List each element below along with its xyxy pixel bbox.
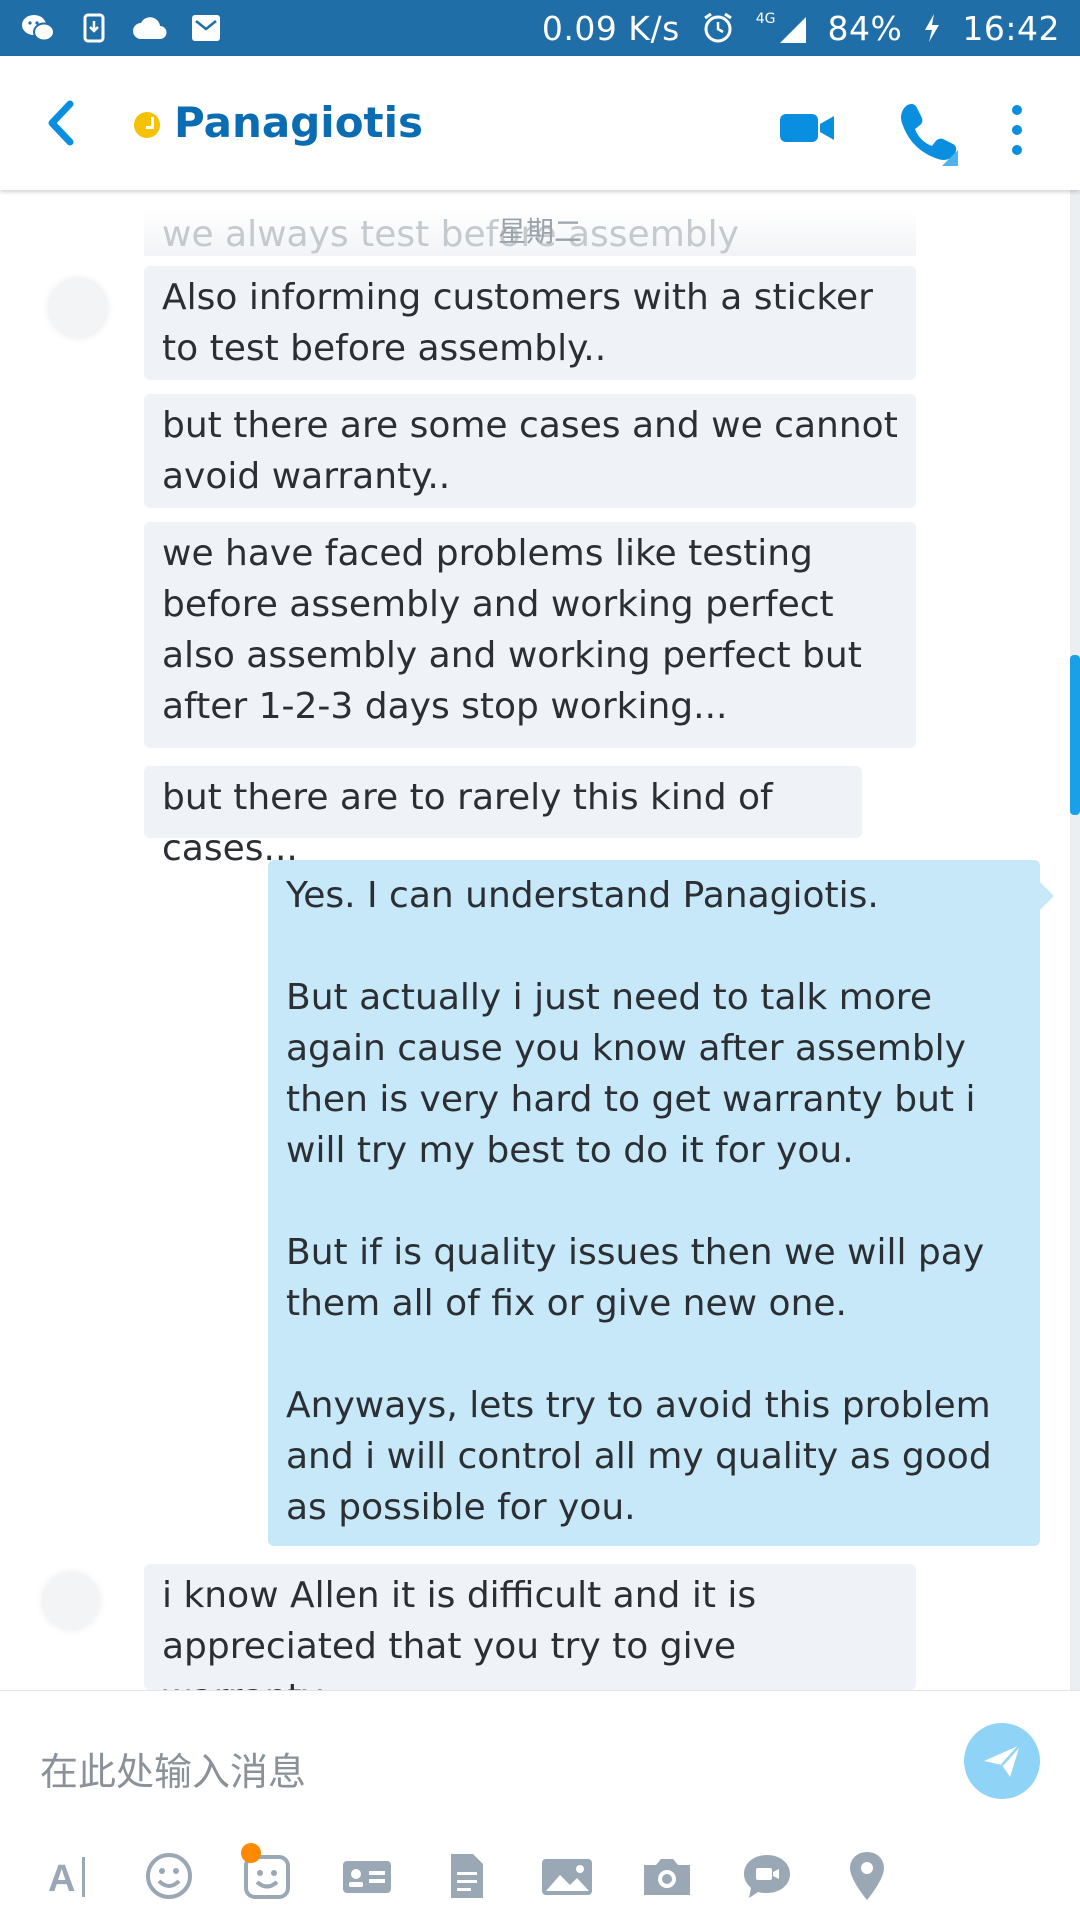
battery-level: 84%: [827, 8, 903, 48]
video-message-button[interactable]: [740, 1849, 794, 1903]
message-bubble-incoming[interactable]: but there are to rarely this kind of cas…: [144, 766, 862, 869]
wechat-icon: [20, 13, 56, 43]
conversation-header: Panagiotis: [0, 56, 1080, 190]
video-call-icon: [780, 114, 834, 142]
message-composer: A: [0, 1690, 1080, 1921]
charging-icon: [922, 13, 942, 43]
message-bubble-outgoing[interactable]: Yes. I can understand Panagiotis. But ac…: [268, 860, 1040, 1546]
message-bubble-incoming[interactable]: but there are some cases and we cannot a…: [144, 394, 916, 508]
file-button[interactable]: [440, 1849, 494, 1903]
contact-avatar[interactable]: [48, 278, 108, 338]
more-icon: [1012, 105, 1022, 155]
mail-icon: [188, 13, 224, 43]
photo-icon: [542, 1859, 592, 1895]
location-button[interactable]: [840, 1849, 894, 1903]
message-input[interactable]: [38, 1731, 922, 1813]
cloud-icon: [132, 13, 168, 43]
download-icon: [76, 13, 112, 43]
message-bubble-incoming[interactable]: Also informing customers with a sticker …: [144, 266, 916, 380]
text-format-icon: A: [48, 1857, 85, 1900]
message-bubble-incoming[interactable]: i know Allen it is difficult and it is a…: [144, 1564, 916, 1690]
date-separator: 星期二: [497, 215, 582, 248]
alarm-icon: [700, 12, 736, 43]
contact-card-button[interactable]: [340, 1849, 394, 1903]
more-options-button[interactable]: [1006, 100, 1028, 160]
chat-scrollbar-thumb[interactable]: [1070, 655, 1080, 815]
svg-text:A: A: [48, 1858, 75, 1900]
back-button[interactable]: [42, 98, 82, 148]
clock: 16:42: [962, 8, 1060, 48]
message-bubble-incoming[interactable]: we have faced problems like testing befo…: [144, 522, 916, 748]
phone-icon: [901, 103, 958, 166]
video-call-button[interactable]: [778, 108, 838, 148]
send-button[interactable]: [964, 1723, 1040, 1799]
emoji-icon: [146, 1853, 192, 1899]
camera-button[interactable]: [640, 1849, 694, 1903]
photo-button[interactable]: [540, 1849, 594, 1903]
camera-icon: [644, 1859, 690, 1895]
outgoing-bubble-tail: [1040, 882, 1054, 910]
file-icon: [451, 1854, 483, 1898]
contact-name[interactable]: Panagiotis: [174, 98, 423, 147]
text-format-button[interactable]: A: [44, 1849, 98, 1903]
video-message-icon: [744, 1855, 790, 1898]
network-speed: 0.09 K/s: [541, 8, 680, 48]
contact-avatar[interactable]: [42, 1572, 100, 1630]
network-type: 4G: [755, 11, 776, 27]
location-icon: [850, 1852, 884, 1900]
composer-toolbar: A: [0, 1841, 1080, 1911]
sticker-notification-badge: [241, 1843, 261, 1863]
audio-call-button[interactable]: [896, 100, 960, 168]
emoji-button[interactable]: [142, 1849, 196, 1903]
status-bar: 0.09 K/s 4G 84% 16:42: [0, 0, 1080, 56]
chat-scrollbar-track: [1070, 190, 1080, 1690]
send-icon: [984, 1744, 1021, 1777]
contact-card-icon: [343, 1861, 391, 1893]
presence-away-icon: [134, 112, 160, 138]
signal-icon: 4G: [756, 11, 808, 45]
back-icon: [48, 100, 74, 146]
message-list[interactable]: we always test before assembly 星期二 Also …: [0, 190, 1080, 1690]
